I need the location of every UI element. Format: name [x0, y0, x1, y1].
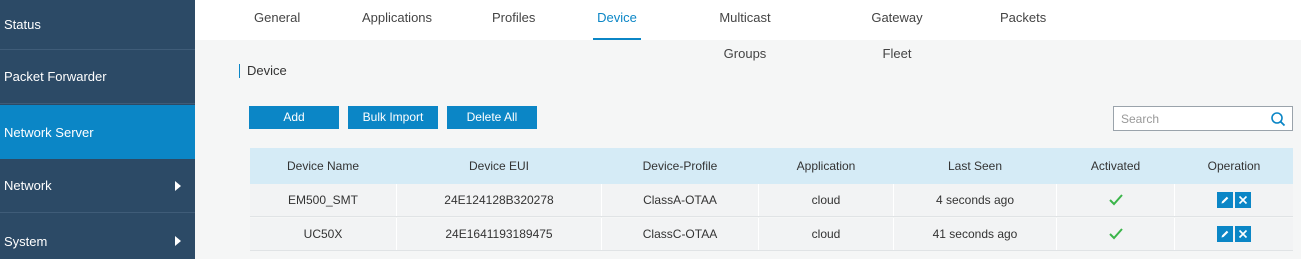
tab-profiles[interactable]: Profiles: [488, 0, 538, 40]
sidebar-item-label: Packet Forwarder: [4, 69, 107, 84]
device-profile-cell: ClassC-OTAA: [602, 218, 759, 250]
sidebar-item-network[interactable]: Network: [0, 159, 195, 213]
activated-cell: [1057, 184, 1175, 216]
column-header-device-eui[interactable]: Device EUI: [397, 148, 601, 184]
operation-cell: [1175, 218, 1293, 250]
table-header-row: Device Name Device EUI Device-Profile Ap…: [250, 148, 1293, 184]
sidebar-item-label: System: [4, 233, 48, 249]
tab-gateway-fleet[interactable]: Gateway Fleet: [852, 0, 942, 61]
search-icon[interactable]: [1270, 111, 1286, 127]
table-row[interactable]: EM500_SMT 24E124128B320278 ClassA-OTAA c…: [250, 184, 1293, 217]
device-eui-cell: 24E1641193189475: [397, 218, 602, 250]
edit-button[interactable]: [1217, 226, 1233, 242]
sidebar-item-label: Network Server: [4, 124, 94, 140]
add-button[interactable]: Add: [249, 106, 339, 129]
tab-bar: General Applications Profiles Device Mul…: [195, 0, 1301, 61]
section-title: Device: [239, 64, 287, 78]
sidebar-item-packet-forwarder[interactable]: Packet Forwarder: [0, 50, 195, 104]
search-box: [1113, 106, 1293, 131]
edit-button[interactable]: [1217, 192, 1233, 208]
column-header-application[interactable]: Application: [759, 148, 893, 184]
tab-applications[interactable]: Applications: [357, 0, 437, 40]
delete-all-button[interactable]: Delete All: [447, 106, 537, 129]
column-header-last-seen[interactable]: Last Seen: [894, 148, 1056, 184]
check-icon: [1108, 228, 1123, 240]
application-cell: cloud: [759, 184, 894, 216]
bulk-import-button[interactable]: Bulk Import: [348, 106, 438, 129]
close-icon: [1238, 195, 1248, 205]
sidebar: Status Packet Forwarder Network Server N…: [0, 0, 195, 259]
delete-button[interactable]: [1235, 226, 1251, 242]
activated-cell: [1057, 218, 1175, 250]
tab-multicast-groups[interactable]: Multicast Groups: [694, 0, 796, 61]
device-name-cell: UC50X: [250, 218, 397, 250]
operation-cell: [1175, 184, 1293, 216]
device-name-cell: EM500_SMT: [250, 184, 397, 216]
tab-packets[interactable]: Packets: [996, 0, 1050, 40]
last-seen-cell: 4 seconds ago: [894, 184, 1057, 216]
check-icon: [1108, 194, 1123, 206]
chevron-right-icon: [175, 180, 181, 191]
sidebar-item-system[interactable]: System: [0, 214, 195, 259]
search-input[interactable]: [1114, 107, 1264, 130]
column-header-activated[interactable]: Activated: [1057, 148, 1174, 184]
device-eui-cell: 24E124128B320278: [397, 184, 602, 216]
last-seen-cell: 41 seconds ago: [894, 218, 1057, 250]
pencil-icon: [1221, 196, 1229, 204]
tab-device[interactable]: Device: [593, 0, 641, 40]
close-icon: [1238, 229, 1248, 239]
table-row[interactable]: UC50X 24E1641193189475 ClassC-OTAA cloud…: [250, 218, 1293, 251]
tab-general[interactable]: General: [250, 0, 304, 40]
chevron-right-icon: [175, 236, 181, 246]
sidebar-item-status[interactable]: Status: [0, 0, 195, 50]
column-header-device-profile[interactable]: Device-Profile: [602, 148, 758, 184]
delete-button[interactable]: [1235, 192, 1251, 208]
column-header-operation: Operation: [1207, 159, 1261, 173]
pencil-icon: [1221, 230, 1229, 238]
sidebar-item-label: Network: [4, 178, 52, 193]
column-header-device-name[interactable]: Device Name: [250, 148, 396, 184]
device-profile-cell: ClassA-OTAA: [602, 184, 759, 216]
application-cell: cloud: [759, 218, 894, 250]
sidebar-item-network-server[interactable]: Network Server: [0, 105, 195, 159]
sidebar-item-label: Status: [4, 17, 41, 32]
